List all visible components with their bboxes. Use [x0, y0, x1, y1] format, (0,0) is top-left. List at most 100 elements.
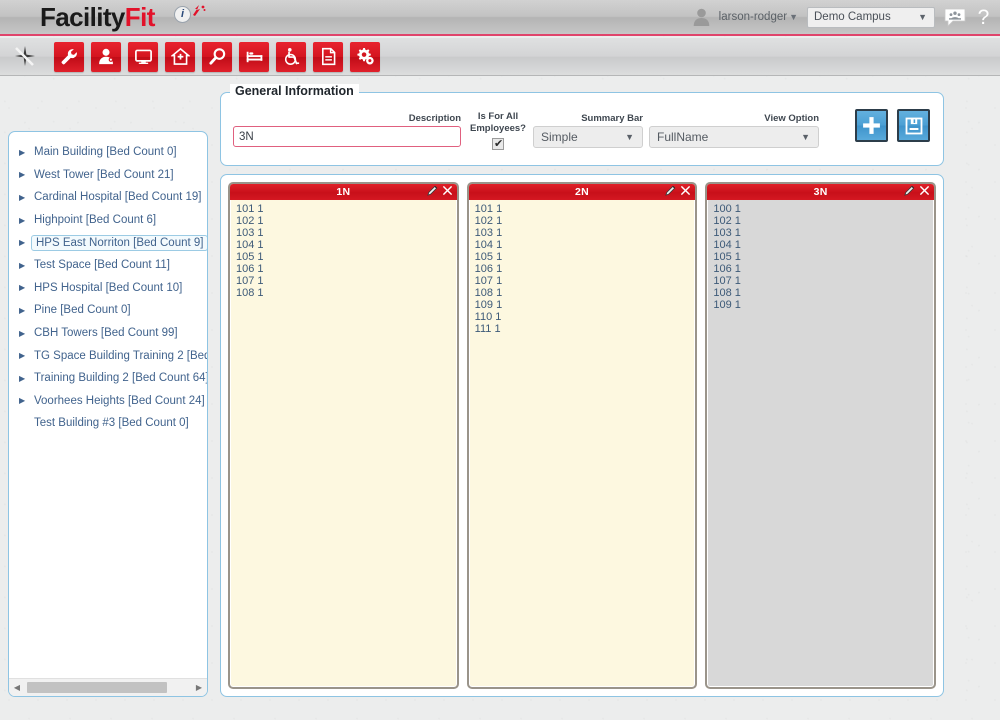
expand-arrow-icon[interactable]: ▶ — [19, 170, 31, 179]
expand-arrow-icon[interactable]: ▶ — [19, 283, 31, 292]
sidebar-item-label: Cardinal Hospital [Bed Count 19] — [34, 191, 202, 204]
save-button[interactable] — [897, 109, 930, 142]
unit-row[interactable]: 108 1 — [475, 287, 696, 299]
sidebar-item-4[interactable]: ▶ HPS East Norriton [Bed Count 9] — [9, 231, 207, 254]
unit-row[interactable]: 106 1 — [236, 263, 457, 275]
unit-row[interactable]: 106 1 — [475, 263, 696, 275]
unit-column-0[interactable]: 1N 101 1 102 1 103 1 104 1 105 1 106 1 107 1 108… — [228, 182, 459, 689]
add-button[interactable] — [855, 109, 888, 142]
sidebar-item-8[interactable]: ▶ CBH Towers [Bed Count 99] — [9, 322, 207, 345]
expand-arrow-icon[interactable]: ▶ — [19, 261, 31, 270]
sidebar-horizontal-scrollbar[interactable]: ◀ ▶ — [9, 678, 207, 696]
sidebar-item-5[interactable]: ▶ Test Space [Bed Count 11] — [9, 254, 207, 277]
info-badge-icon[interactable]: i — [174, 6, 191, 23]
sidebar-item-1[interactable]: ▶ West Tower [Bed Count 21] — [9, 164, 207, 187]
wheelchair-icon[interactable] — [276, 41, 306, 72]
unit-row[interactable]: 104 1 — [713, 239, 934, 251]
document-icon[interactable] — [313, 41, 343, 72]
expand-arrow-icon[interactable]: ▶ — [19, 148, 31, 157]
unit-column-2[interactable]: 3N 100 1 102 1 103 1 104 1 105 1 106 1 107 1 108… — [705, 182, 937, 689]
is-for-all-employees-checkbox[interactable]: ✔ — [492, 138, 504, 150]
unit-row[interactable]: 102 1 — [475, 215, 696, 227]
unit-row[interactable]: 109 1 — [475, 299, 696, 311]
unit-row[interactable]: 108 1 — [713, 287, 934, 299]
close-icon[interactable] — [442, 185, 453, 196]
unit-row[interactable]: 104 1 — [236, 239, 457, 251]
help-icon[interactable]: ? — [975, 6, 992, 28]
sidebar-item-12[interactable]: ▶Test Building #3 [Bed Count 0] — [9, 412, 207, 435]
unit-row[interactable]: 105 1 — [236, 251, 457, 263]
unit-row[interactable]: 103 1 — [475, 227, 696, 239]
unit-row[interactable]: 101 1 — [475, 203, 696, 215]
unit-row[interactable]: 106 1 — [713, 263, 934, 275]
scroll-left-arrow-icon[interactable]: ◀ — [9, 683, 25, 692]
unit-row[interactable]: 101 1 — [236, 203, 457, 215]
unit-row[interactable]: 104 1 — [475, 239, 696, 251]
sidebar-item-0[interactable]: ▶ Main Building [Bed Count 0] — [9, 141, 207, 164]
unit-row[interactable]: 111 1 — [475, 323, 696, 335]
home-icon[interactable] — [165, 41, 195, 72]
sidebar-item-2[interactable]: ▶ Cardinal Hospital [Bed Count 19] — [9, 186, 207, 209]
unit-row[interactable]: 102 1 — [236, 215, 457, 227]
unit-row[interactable]: 107 1 — [236, 275, 457, 287]
user-avatar-icon — [693, 8, 709, 26]
unit-row[interactable]: 100 1 — [713, 203, 934, 215]
bed-icon[interactable] — [239, 41, 269, 72]
expand-arrow-icon[interactable]: ▶ — [19, 351, 31, 360]
person-icon[interactable] — [91, 41, 121, 72]
scrollbar-thumb[interactable] — [27, 682, 167, 693]
plus-icon — [863, 117, 880, 134]
unit-row[interactable]: 109 1 — [713, 299, 934, 311]
close-icon[interactable] — [919, 185, 930, 196]
scroll-right-arrow-icon[interactable]: ▶ — [191, 683, 207, 692]
sidebar-item-label: CBH Towers [Bed Count 99] — [34, 327, 178, 340]
expand-arrow-icon[interactable]: ▶ — [19, 396, 31, 405]
pencil-icon[interactable] — [426, 185, 438, 196]
chevron-down-icon: ▼ — [918, 12, 927, 22]
unit-row[interactable]: 105 1 — [475, 251, 696, 263]
gears-icon[interactable] — [350, 41, 380, 72]
chat-icon[interactable] — [944, 8, 966, 27]
expand-arrow-icon[interactable]: ▶ — [19, 216, 31, 225]
chevron-down-icon: ▼ — [789, 12, 798, 22]
expand-arrow-icon[interactable]: ▶ — [19, 374, 31, 383]
sidebar-item-label: Pine [Bed Count 0] — [34, 304, 131, 317]
sidebar-item-9[interactable]: ▶ TG Space Building Training 2 [Bed C — [9, 344, 207, 367]
sidebar-item-10[interactable]: ▶ Training Building 2 [Bed Count 64] — [9, 367, 207, 390]
username-label: larson-rodger — [718, 11, 788, 23]
unit-row[interactable]: 103 1 — [713, 227, 934, 239]
unit-row[interactable]: 107 1 — [475, 275, 696, 287]
view-option-select[interactable]: FullName ▼ — [649, 126, 819, 148]
unit-row[interactable]: 105 1 — [713, 251, 934, 263]
sidebar-item-11[interactable]: ▶ Voorhees Heights [Bed Count 24] — [9, 390, 207, 413]
campus-select-value: Demo Campus — [814, 11, 891, 23]
username-dropdown[interactable]: larson-rodger ▼ — [719, 11, 798, 23]
unit-row[interactable]: 110 1 — [475, 311, 696, 323]
search-icon[interactable] — [202, 41, 232, 72]
sidebar-item-3[interactable]: ▶ Highpoint [Bed Count 6] — [9, 209, 207, 232]
sidebar-item-6[interactable]: ▶ HPS Hospital [Bed Count 10] — [9, 277, 207, 300]
expand-arrow-icon[interactable]: ▶ — [19, 238, 31, 247]
sidebar-item-7[interactable]: ▶ Pine [Bed Count 0] — [9, 299, 207, 322]
unit-row[interactable]: 102 1 — [713, 215, 934, 227]
monitor-icon[interactable] — [128, 41, 158, 72]
expand-arrow-icon[interactable]: ▶ — [19, 193, 31, 202]
summary-bar-select[interactable]: Simple ▼ — [533, 126, 643, 148]
unit-row[interactable]: 107 1 — [713, 275, 934, 287]
app-logo: FacilityFit — [40, 2, 206, 33]
close-icon[interactable] — [680, 185, 691, 196]
unit-row[interactable]: 108 1 — [236, 287, 457, 299]
logo-text-accent: Fit — [124, 2, 156, 32]
is-for-all-employees-label-line2: Employees? — [470, 123, 526, 134]
unit-column-header-0: 1N — [230, 184, 457, 200]
pencil-icon[interactable] — [665, 185, 676, 196]
wrench-icon[interactable] — [54, 41, 84, 72]
campus-select[interactable]: Demo Campus ▼ — [807, 6, 935, 28]
description-input[interactable] — [233, 126, 461, 147]
sparkle-icon[interactable] — [10, 42, 40, 72]
expand-arrow-icon[interactable]: ▶ — [19, 306, 31, 315]
pencil-icon[interactable] — [904, 185, 915, 196]
unit-row[interactable]: 103 1 — [236, 227, 457, 239]
expand-arrow-icon[interactable]: ▶ — [19, 329, 31, 338]
unit-column-1[interactable]: 2N 101 1 102 1 103 1 104 1 105 1 106 1 107 1 108… — [466, 182, 698, 689]
